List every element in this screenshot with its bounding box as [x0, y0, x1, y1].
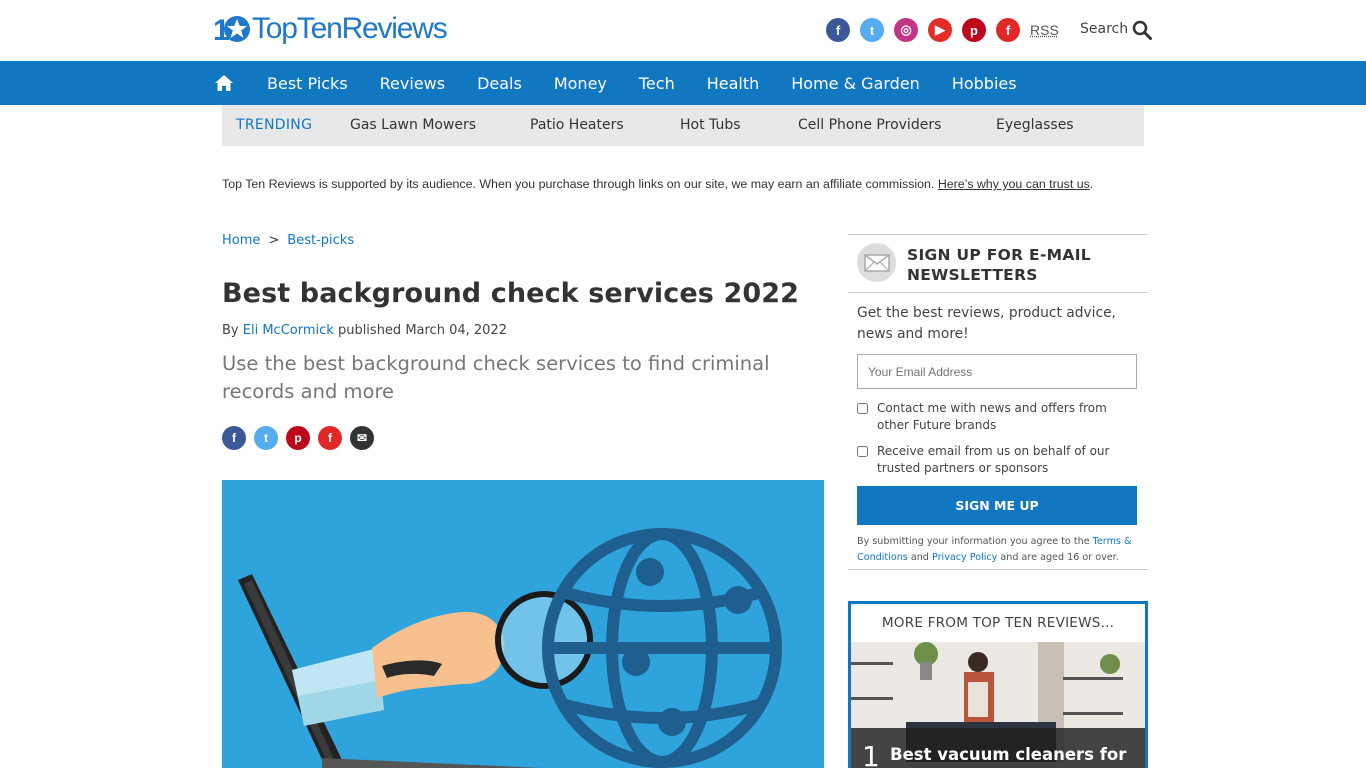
nav-item-home-garden[interactable]: Home & Garden	[791, 74, 920, 93]
consent-partners[interactable]: Receive email from us on behalf of our t…	[857, 443, 1142, 476]
trending-bar: TRENDING Gas Lawn Mowers Patio Heaters H…	[222, 105, 1144, 146]
consent-future-brands[interactable]: Contact me with news and offers from oth…	[857, 400, 1142, 433]
social-links: f t ◎ ▶ p f RSS	[826, 18, 1059, 42]
trending-label: TRENDING	[236, 117, 313, 133]
envelope-icon	[857, 243, 896, 282]
affiliate-disclosure: Top Ten Reviews is supported by its audi…	[222, 177, 1093, 191]
rss-link[interactable]: RSS	[1030, 22, 1059, 38]
home-icon[interactable]	[214, 73, 234, 93]
newsletter-description: Get the best reviews, product advice, ne…	[857, 305, 1116, 342]
more-from-rank: 1	[862, 740, 880, 768]
trust-link[interactable]: Here’s why you can trust us	[938, 177, 1090, 191]
logo-word-ten: Ten	[296, 12, 343, 45]
byline-by: By	[222, 323, 239, 338]
email-input[interactable]	[857, 354, 1137, 389]
site-logo[interactable]: 1 TopTenReviews	[213, 12, 448, 48]
more-from-title: Best vacuum cleaners for	[890, 745, 1127, 764]
facebook-share-icon[interactable]: f	[222, 426, 246, 450]
page-title: Best background check services 2022	[222, 278, 800, 309]
logo-word-top: Top	[252, 12, 298, 45]
publish-date: published March 04, 2022	[337, 323, 507, 338]
breadcrumb-home[interactable]: Home	[222, 233, 260, 248]
pinterest-share-icon[interactable]: p	[286, 426, 310, 450]
privacy-link[interactable]: Privacy Policy	[932, 552, 997, 563]
more-from-heading: MORE FROM TOP TEN REVIEWS...	[851, 604, 1145, 641]
hero-image	[222, 480, 824, 768]
more-from-caption[interactable]: 1 Best vacuum cleaners for	[851, 728, 1145, 768]
site-header: 1 TopTenReviews f t ◎ ▶ p f RSS Search	[0, 0, 1366, 61]
sign-me-up-button[interactable]: SIGN ME UP	[857, 486, 1137, 525]
nav-item-reviews[interactable]: Reviews	[380, 74, 445, 93]
main-nav: Best Picks Reviews Deals Money Tech Health Hom…	[0, 61, 1366, 105]
share-buttons: f t p f ✉	[222, 426, 382, 450]
author-link[interactable]: Eli McCormick	[243, 323, 334, 338]
youtube-icon[interactable]: ▶	[928, 18, 952, 42]
email-share-icon[interactable]: ✉	[350, 426, 374, 450]
instagram-icon[interactable]: ◎	[894, 18, 918, 42]
nav-item-tech[interactable]: Tech	[639, 74, 675, 93]
search-icon[interactable]	[1132, 20, 1152, 40]
nav-item-money[interactable]: Money	[554, 74, 607, 93]
affiliate-tail: .	[1089, 177, 1094, 191]
more-from-widget: MORE FROM TOP TEN REVIEWS... 1 Best vacu…	[848, 601, 1148, 768]
logo-word-reviews: Reviews	[341, 12, 448, 45]
nav-item-deals[interactable]: Deals	[477, 74, 522, 93]
trending-item[interactable]: Eyeglasses	[996, 117, 1074, 133]
nav-item-health[interactable]: Health	[707, 74, 760, 93]
trending-item[interactable]: Patio Heaters	[530, 117, 624, 133]
trending-item[interactable]: Hot Tubs	[680, 117, 741, 133]
consent-partners-checkbox[interactable]	[857, 446, 868, 457]
nav-item-best-picks[interactable]: Best Picks	[267, 74, 348, 93]
legal-pre: By submitting your information you agree…	[857, 536, 1090, 547]
affiliate-text: Top Ten Reviews is supported by its audi…	[222, 177, 935, 191]
consent-future-brands-checkbox[interactable]	[857, 403, 868, 414]
twitter-icon[interactable]: t	[860, 18, 884, 42]
newsletter-signup: SIGN UP FOR E-MAIL NEWSLETTERS Get the b…	[848, 234, 1148, 570]
consent-future-brands-label: Contact me with news and offers from oth…	[877, 401, 1107, 432]
consent-partners-label: Receive email from us on behalf of our t…	[877, 444, 1110, 475]
logo-ten-star-icon: 1	[213, 14, 251, 47]
newsletter-title: SIGN UP FOR E-MAIL NEWSLETTERS	[907, 246, 1091, 284]
legal-post: and are aged 16 or over.	[1000, 552, 1119, 563]
twitter-share-icon[interactable]: t	[254, 426, 278, 450]
newsletter-legal: By submitting your information you agree…	[857, 534, 1142, 566]
trending-item[interactable]: Gas Lawn Mowers	[350, 117, 476, 133]
breadcrumb: Home > Best-picks	[222, 233, 354, 248]
breadcrumb-best-picks[interactable]: Best-picks	[287, 233, 354, 248]
newsletter-header: SIGN UP FOR E-MAIL NEWSLETTERS	[848, 235, 1148, 293]
flipboard-icon[interactable]: f	[996, 18, 1020, 42]
flipboard-share-icon[interactable]: f	[318, 426, 342, 450]
trending-item[interactable]: Cell Phone Providers	[798, 117, 941, 133]
search-label[interactable]: Search	[1080, 21, 1128, 37]
facebook-icon[interactable]: f	[826, 18, 850, 42]
pinterest-icon[interactable]: p	[962, 18, 986, 42]
nav-item-hobbies[interactable]: Hobbies	[952, 74, 1017, 93]
hero-illustration	[238, 528, 782, 768]
legal-and: and	[910, 552, 929, 563]
nav-items: Best Picks Reviews Deals Money Tech Health Hom…	[267, 61, 1049, 105]
byline: By Eli McCormick published March 04, 202…	[222, 323, 507, 338]
breadcrumb-separator: >	[268, 233, 280, 248]
article-subtitle: Use the best background check services t…	[222, 352, 770, 403]
